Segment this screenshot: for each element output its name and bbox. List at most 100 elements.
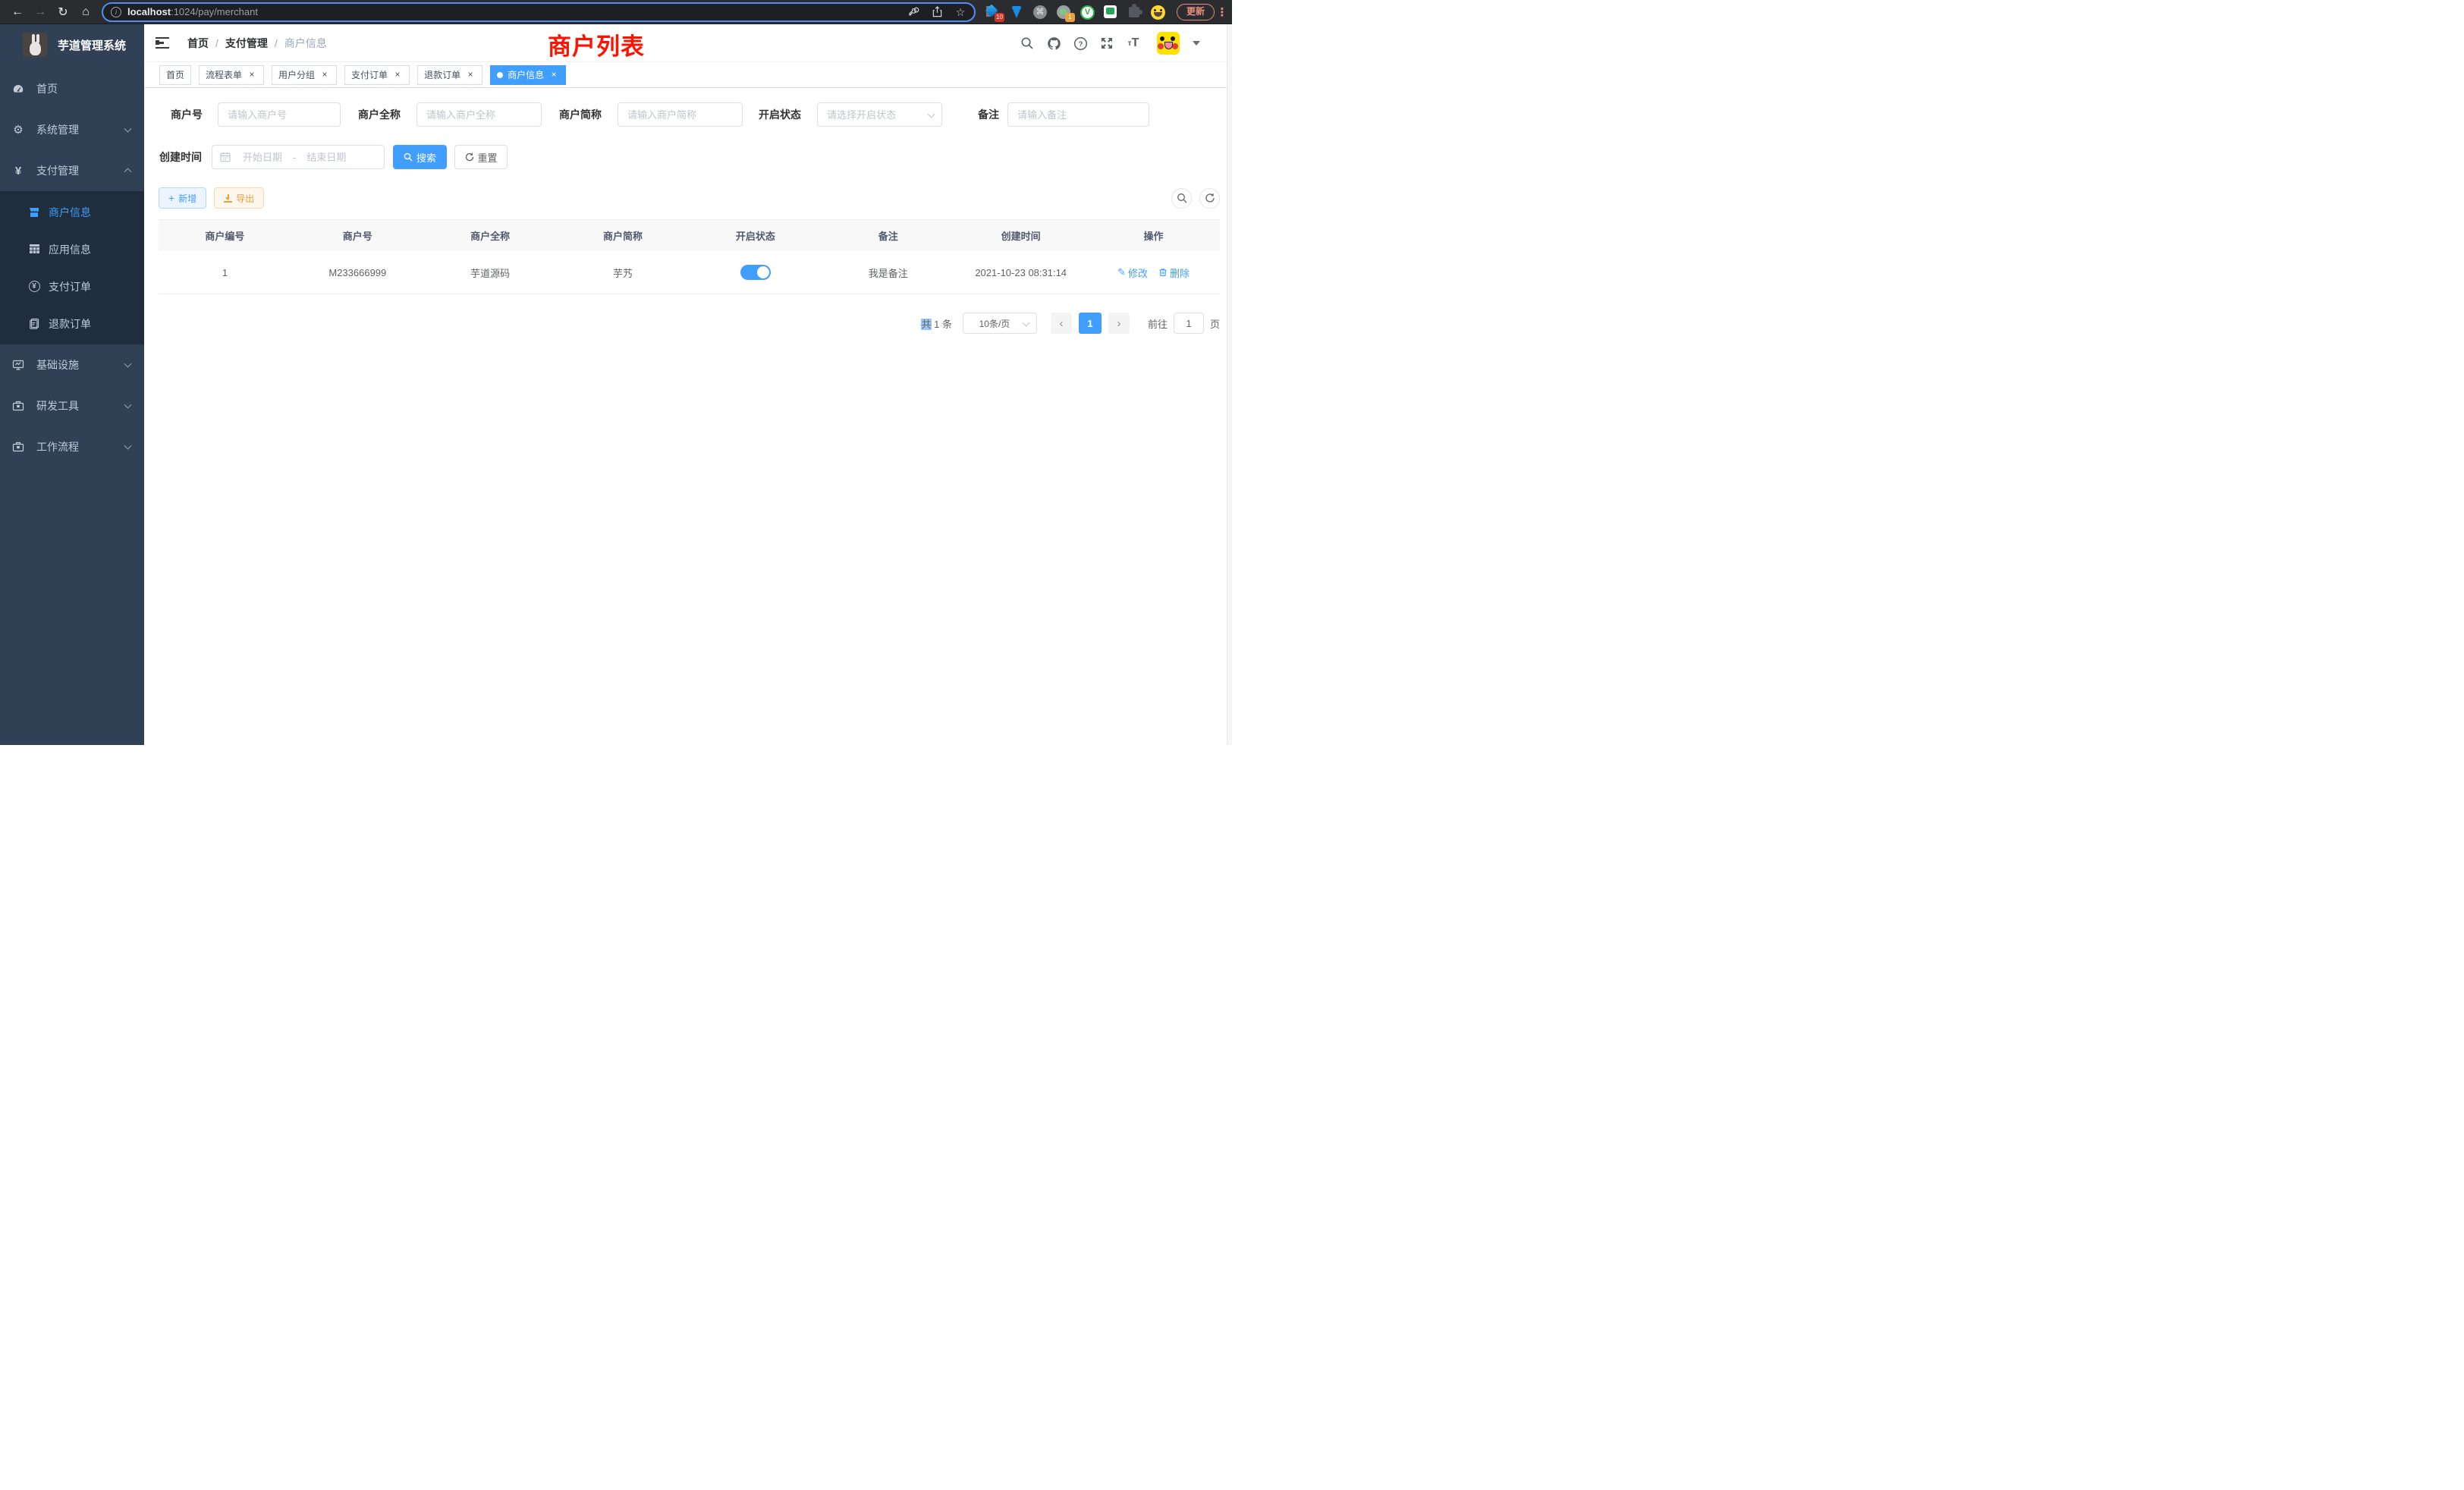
close-icon[interactable]: × [319,70,330,80]
delete-button[interactable]: 删除 [1158,266,1190,280]
sidebar-collapse-icon[interactable] [156,37,169,49]
browser-back-icon[interactable]: ← [6,5,29,19]
refresh-table-button[interactable] [1199,188,1220,209]
sidebar-item-refund-order[interactable]: 退款订单 [0,305,144,342]
tab-home[interactable]: 首页 [159,65,191,85]
browser-home-icon[interactable]: ⌂ [74,5,97,19]
payment-submenu: 商户信息 应用信息 ¥ 支付订单 [0,191,144,344]
status-select[interactable] [817,102,942,127]
main-area: 首页 / 支付管理 / 商户信息 ? [144,24,1232,745]
goto-page-input[interactable] [1174,313,1204,334]
app-logo-row[interactable]: 芋道管理系统 [0,24,144,65]
url-bar[interactable]: i localhost:1024/pay/merchant ☆ [102,2,976,22]
extensions-puzzle-icon[interactable] [1127,5,1141,19]
status-select-input[interactable] [817,102,942,127]
gear-icon: ⚙ [12,124,24,136]
extension-v-icon[interactable]: V [1080,5,1094,19]
export-button[interactable]: 导出 [214,187,264,209]
page-size-select[interactable]: 10条/页 [963,313,1037,334]
close-icon[interactable]: × [465,70,476,80]
yen-icon: ¥ [12,165,24,177]
chevron-down-icon [124,401,132,409]
edit-button[interactable]: ✎修改 [1117,266,1148,280]
close-icon[interactable]: × [548,70,559,80]
next-page-button[interactable]: › [1108,313,1130,334]
sidebar-item-home[interactable]: 首页 [0,68,144,109]
tab-user-group[interactable]: 用户分组× [272,65,337,85]
active-dot [497,72,503,78]
fullscreen-icon[interactable] [1099,36,1114,51]
tab-merchant-info[interactable]: 商户信息× [490,65,566,85]
start-date-input[interactable] [237,152,288,163]
extension-proxy-icon[interactable]: 1 [1057,5,1070,19]
cell-short-name: 芋艿 [557,251,690,294]
sidebar-item-app-info[interactable]: 应用信息 [0,231,144,268]
pagination: 共 1 条 10条/页 ‹ 1 › 前往 页 [159,313,1220,334]
short-name-input[interactable] [618,102,743,127]
breadcrumb-home[interactable]: 首页 [187,36,209,51]
site-info-icon[interactable]: i [111,7,121,17]
page-number-1[interactable]: 1 [1079,313,1102,334]
bookmark-star-icon[interactable]: ☆ [954,6,966,18]
svg-text:?: ? [1078,40,1083,49]
tab-pay-order[interactable]: 支付订单× [344,65,410,85]
extension-tabs-icon[interactable]: 10 [986,5,1000,19]
sidebar-item-label: 支付订单 [49,279,91,294]
reset-button[interactable]: 重置 [454,145,508,169]
pencil-icon: ✎ [1117,266,1126,278]
sidebar-item-label: 系统管理 [36,122,79,137]
close-icon[interactable]: × [392,70,403,80]
user-avatar[interactable] [1157,32,1180,55]
user-menu-caret-icon[interactable] [1193,41,1200,46]
chrome-update-button[interactable]: 更新 [1177,4,1215,20]
tab-refund-order[interactable]: 退款订单× [417,65,482,85]
create-time-range-picker[interactable]: - [212,145,385,169]
search-icon[interactable] [1020,36,1035,51]
toggle-search-button[interactable] [1171,188,1192,209]
full-name-input[interactable] [416,102,542,127]
sidebar-item-infrastructure[interactable]: 基础设施 [0,344,144,385]
share-icon[interactable] [932,6,944,18]
url-text[interactable]: localhost:1024/pay/merchant [127,6,909,17]
close-icon[interactable]: × [247,70,257,80]
prev-page-button[interactable]: ‹ [1051,313,1072,334]
table-header: 商户编号 商户号 商户全称 商户简称 开启状态 备注 创建时间 操作 [159,220,1220,251]
sidebar-item-pay-order[interactable]: ¥ 支付订单 [0,268,144,305]
browser-forward-icon[interactable]: → [29,5,52,19]
tab-process-form[interactable]: 流程表单× [199,65,264,85]
cell-merchant-id: 1 [159,251,291,294]
end-date-input[interactable] [300,152,352,163]
sidebar-item-system[interactable]: ⚙ 系统管理 [0,109,144,150]
sidebar-item-merchant-info[interactable]: 商户信息 [0,193,144,231]
add-button[interactable]: +新增 [159,187,206,209]
github-icon[interactable] [1046,36,1061,51]
sidebar-item-dev-tools[interactable]: 研发工具 [0,385,144,426]
breadcrumb-payment[interactable]: 支付管理 [225,36,268,51]
browser-menu-icon[interactable]: ⋮ [1215,5,1230,19]
profile-avatar-icon[interactable] [1151,5,1164,19]
url-host: localhost [127,6,171,17]
cell-remark: 我是备注 [822,251,954,294]
help-icon[interactable]: ? [1073,36,1088,51]
extension-kite-icon[interactable] [1010,5,1023,19]
scrollbar[interactable] [1227,24,1232,745]
password-key-icon[interactable] [909,6,921,18]
status-toggle[interactable] [740,265,771,280]
dashboard-icon [12,83,24,95]
briefcase-icon [12,441,24,453]
filter-label: 商户全称 [357,107,401,122]
browser-reload-icon[interactable]: ↻ [52,5,74,20]
merchant-no-input[interactable] [218,102,341,127]
font-size-icon[interactable]: тT [1126,36,1141,51]
extension-command-icon[interactable]: ⌘ [1033,5,1047,19]
briefcase-icon [12,400,24,412]
sidebar-item-label: 研发工具 [36,398,79,413]
content: 商户号 商户全称 商户简称 开启状态 备注 创建时间 [144,88,1220,334]
page-unit-label: 页 [1210,316,1220,331]
remark-input[interactable] [1007,102,1149,127]
search-button[interactable]: 搜索 [393,145,447,169]
extension-chat-icon[interactable] [1104,5,1117,19]
chevron-up-icon [124,168,132,175]
sidebar-item-workflow[interactable]: 工作流程 [0,426,144,467]
sidebar-item-payment[interactable]: ¥ 支付管理 [0,150,144,191]
